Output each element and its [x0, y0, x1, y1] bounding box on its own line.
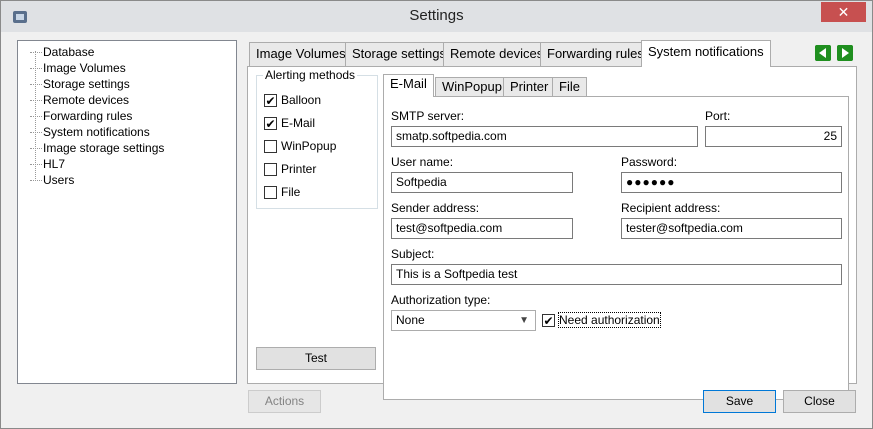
alerting-methods-group: Alerting methods ✔ Balloon ✔ E-Mail WinPop… — [256, 68, 378, 209]
tab-winpopup[interactable]: WinPopup — [435, 77, 509, 96]
tree-item-system-notifications[interactable]: System notifications — [30, 124, 150, 140]
user-name-label: User name: — [391, 155, 454, 169]
tree-item-image-volumes[interactable]: Image Volumes — [30, 60, 126, 76]
sender-address-input[interactable]: test@softpedia.com — [391, 218, 573, 239]
save-button[interactable]: Save — [703, 390, 776, 413]
subject-label: Subject: — [391, 247, 435, 261]
tab-printer[interactable]: Printer — [503, 77, 556, 96]
tree-item-database[interactable]: Database — [30, 44, 94, 60]
user-name-input[interactable]: Softpedia — [391, 172, 573, 193]
email-checkbox[interactable]: ✔ E-Mail — [264, 116, 315, 132]
winpopup-checkbox[interactable]: WinPopup — [264, 139, 336, 155]
tree-item-storage-settings[interactable]: Storage settings — [30, 76, 130, 92]
smtp-server-input[interactable]: smatp.softpedia.com — [391, 126, 698, 147]
sender-address-label: Sender address: — [391, 201, 480, 215]
checkbox-checked-icon: ✔ — [264, 117, 277, 132]
checkbox-checked-icon: ✔ — [542, 314, 555, 329]
alerting-methods-label: Alerting methods — [263, 68, 358, 82]
window-close-button[interactable]: ✕ — [821, 2, 866, 22]
subject-input[interactable]: This is a Softpedia test — [391, 264, 842, 285]
tree-item-hl7[interactable]: HL7 — [30, 156, 65, 172]
authorization-type-value: None — [396, 313, 425, 327]
tab-scroll-left-icon[interactable] — [815, 45, 831, 61]
settings-tree[interactable]: Database Image Volumes Storage settings … — [17, 40, 237, 384]
tree-item-remote-devices[interactable]: Remote devices — [30, 92, 129, 108]
close-button[interactable]: Close — [783, 390, 856, 413]
checkbox-empty-icon — [264, 140, 277, 154]
tree-item-image-storage-settings[interactable]: Image storage settings — [30, 140, 164, 156]
tab-email[interactable]: E-Mail — [383, 74, 434, 97]
tab-image-volumes[interactable]: Image Volumes — [249, 42, 353, 66]
printer-checkbox[interactable]: Printer — [264, 162, 316, 178]
actions-button[interactable]: Actions — [248, 390, 321, 413]
content-area: Database Image Volumes Storage settings … — [1, 32, 872, 428]
window-title: Settings — [409, 7, 464, 24]
checkbox-checked-icon: ✔ — [264, 94, 277, 109]
email-settings-panel: SMTP server: smatp.softpedia.com Port: 2… — [383, 96, 849, 400]
tree-item-users[interactable]: Users — [30, 172, 74, 188]
port-label: Port: — [705, 109, 731, 123]
need-authorization-checkbox[interactable]: ✔ Need authorization — [542, 312, 661, 329]
password-label: Password: — [621, 155, 678, 169]
tab-storage-settings[interactable]: Storage settings — [345, 42, 453, 66]
tab-file[interactable]: File — [552, 77, 587, 96]
password-input[interactable]: ●●●●●● — [621, 172, 842, 193]
title-bar[interactable]: Settings ✕ — [1, 1, 872, 32]
port-input[interactable]: 25 — [705, 126, 842, 147]
checkbox-empty-icon — [264, 186, 277, 200]
recipient-address-label: Recipient address: — [621, 201, 721, 215]
file-checkbox[interactable]: File — [264, 185, 300, 201]
balloon-checkbox[interactable]: ✔ Balloon — [264, 93, 321, 109]
settings-window: Settings ✕ Database Image Volumes Storag… — [0, 0, 873, 429]
tab-system-notifications[interactable]: System notifications — [641, 40, 771, 67]
chevron-down-icon: ▼ — [519, 315, 529, 326]
authorization-type-select[interactable]: None ▼ — [391, 310, 536, 331]
tab-scroll-right-icon[interactable] — [837, 45, 853, 61]
tab-forwarding-rules[interactable]: Forwarding rules — [540, 42, 651, 66]
tab-remote-devices[interactable]: Remote devices — [443, 42, 551, 66]
tree-item-forwarding-rules[interactable]: Forwarding rules — [30, 108, 132, 124]
smtp-server-label: SMTP server: — [391, 109, 465, 123]
recipient-address-input[interactable]: tester@softpedia.com — [621, 218, 842, 239]
authorization-type-label: Authorization type: — [391, 293, 491, 307]
checkbox-empty-icon — [264, 163, 277, 177]
test-button[interactable]: Test — [256, 347, 376, 370]
